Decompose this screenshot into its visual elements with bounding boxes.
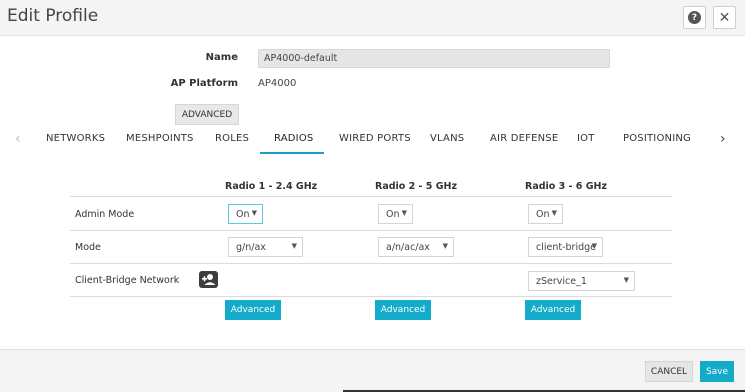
edit-profile-dialog: Edit Profile ? ✕ Name AP Platform AP4000… [0, 0, 745, 392]
ap-platform-value: AP4000 [258, 78, 297, 89]
radio-2-header: Radio 2 - 5 GHz [375, 181, 457, 192]
help-icon: ? [688, 11, 701, 24]
mode-label: Mode [75, 242, 101, 253]
caret-down-icon: ▼ [251, 209, 257, 217]
select-value: zService_1 [536, 276, 587, 287]
select-value: On [386, 209, 400, 220]
row-divider [70, 196, 672, 197]
radio-3-client-bridge-network-select[interactable]: zService_1 ▼ [528, 271, 635, 291]
radio-3-header: Radio 3 - 6 GHz [525, 181, 607, 192]
tab-vlans[interactable]: VLANS [430, 133, 464, 144]
tab-networks[interactable]: NETWORKS [46, 133, 105, 144]
caret-down-icon: ▼ [623, 276, 629, 284]
caret-down-icon: ▼ [291, 242, 297, 250]
admin-mode-label: Admin Mode [75, 209, 135, 220]
chevron-left-icon[interactable]: ‹ [15, 131, 21, 147]
ap-platform-label: AP Platform [170, 78, 238, 89]
row-divider [70, 263, 672, 264]
radio-1-advanced-button[interactable]: Advanced [225, 300, 281, 320]
caret-down-icon: ▼ [551, 209, 557, 217]
help-button[interactable]: ? [683, 6, 706, 29]
radio-1-mode-select[interactable]: g/n/ax ▼ [228, 237, 303, 257]
save-button[interactable]: Save [700, 361, 734, 382]
tab-positioning[interactable]: POSITIONING [623, 133, 691, 144]
row-divider [70, 230, 672, 231]
radio-2-admin-mode-select[interactable]: On ▼ [378, 204, 413, 224]
close-button[interactable]: ✕ [713, 6, 736, 29]
caret-down-icon: ▼ [401, 209, 407, 217]
caret-down-icon: ▼ [442, 242, 448, 250]
select-value: On [536, 209, 550, 220]
select-value: On [236, 209, 250, 220]
chevron-right-icon[interactable]: › [720, 131, 726, 147]
tab-meshpoints[interactable]: MESHPOINTS [126, 133, 194, 144]
radio-3-admin-mode-select[interactable]: On ▼ [528, 204, 563, 224]
dialog-title: Edit Profile [7, 6, 99, 26]
name-label: Name [205, 52, 238, 63]
tab-radios[interactable]: RADIOS [274, 133, 313, 144]
radio-1-admin-mode-select[interactable]: On ▼ [228, 204, 263, 224]
advanced-toggle-button[interactable]: ADVANCED [175, 104, 239, 125]
tab-roles[interactable]: ROLES [215, 133, 249, 144]
dialog-header: Edit Profile ? ✕ [0, 0, 745, 36]
radio-3-mode-select[interactable]: client-bridge ▼ [528, 237, 603, 257]
active-tab-indicator [260, 152, 324, 154]
row-divider [70, 296, 672, 297]
client-bridge-network-label: Client-Bridge Network [75, 275, 180, 286]
radio-2-mode-select[interactable]: a/n/ac/ax ▼ [378, 237, 454, 257]
caret-down-icon: ▼ [591, 242, 597, 250]
name-input[interactable] [258, 49, 610, 68]
tab-air-defense[interactable]: AIR DEFENSE [490, 133, 558, 144]
radio-2-advanced-button[interactable]: Advanced [375, 300, 431, 320]
select-value: a/n/ac/ax [386, 242, 430, 253]
radio-1-header: Radio 1 - 2.4 GHz [225, 181, 318, 192]
radio-3-advanced-button[interactable]: Advanced [525, 300, 581, 320]
tab-wired-ports[interactable]: WIRED PORTS [339, 133, 411, 144]
tab-iot[interactable]: IOT [577, 133, 595, 144]
tab-bar: ‹ NETWORKS MESHPOINTS ROLES RADIOS WIRED… [0, 126, 745, 154]
close-icon: ✕ [718, 9, 731, 26]
select-value: client-bridge [536, 242, 597, 253]
add-user-icon[interactable] [199, 271, 218, 288]
dialog-footer: CANCEL Save [0, 349, 745, 392]
cancel-button[interactable]: CANCEL [645, 361, 693, 382]
select-value: g/n/ax [236, 242, 266, 253]
